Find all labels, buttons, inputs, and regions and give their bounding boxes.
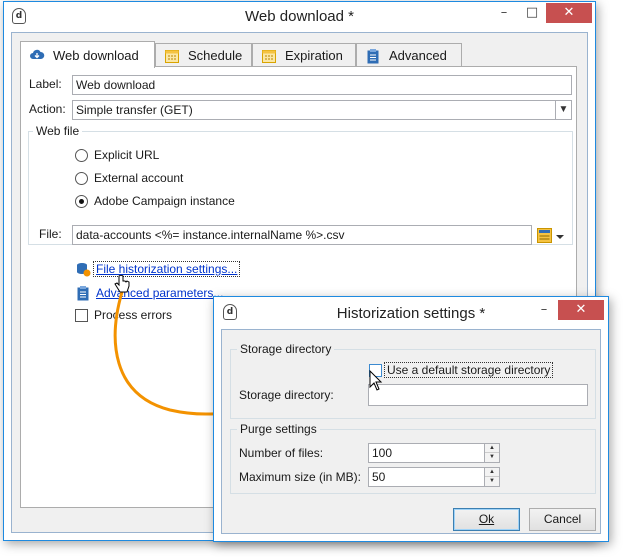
number-of-files-stepper[interactable]: 100 ▲ ▼ (368, 443, 500, 463)
close-button[interactable]: ✕ (558, 300, 604, 320)
dialog-body: Storage directory Use a default storage … (221, 329, 601, 534)
ok-button[interactable]: Ok (453, 508, 520, 531)
tab-web-download-label: Web download (53, 47, 139, 63)
maximum-size-spinner[interactable]: ▲ ▼ (484, 468, 499, 486)
maximum-size-stepper[interactable]: 50 ▲ ▼ (368, 467, 500, 487)
minimize-button[interactable]: – (530, 301, 558, 321)
cancel-button[interactable]: Cancel (529, 508, 596, 531)
number-of-files-label: Number of files: (239, 446, 324, 460)
number-of-files-value: 100 (372, 446, 393, 460)
storage-directory-field[interactable] (368, 384, 588, 406)
cloud-download-icon (30, 49, 45, 59)
cancel-button-label: Cancel (543, 512, 582, 526)
number-of-files-spinner[interactable]: ▲ ▼ (484, 444, 499, 462)
ok-button-label: Ok (478, 512, 495, 526)
use-default-storage-label[interactable]: Use a default storage directory (384, 362, 554, 378)
arrow-cursor-icon (369, 370, 383, 391)
storage-directory-label: Storage directory: (239, 388, 334, 402)
purge-settings-group-title: Purge settings (237, 422, 320, 436)
storage-directory-group-title: Storage directory (237, 342, 335, 356)
maximum-size-label: Maximum size (in MB): (239, 470, 362, 484)
dialog-title-bar[interactable]: d Historization settings * – ✕ (214, 297, 608, 327)
historization-settings-dialog: d Historization settings * – ✕ Storage d… (213, 296, 609, 542)
tab-web-download[interactable]: Web download (20, 41, 155, 68)
hand-cursor-icon (114, 275, 130, 293)
maximum-size-value: 50 (372, 470, 386, 484)
